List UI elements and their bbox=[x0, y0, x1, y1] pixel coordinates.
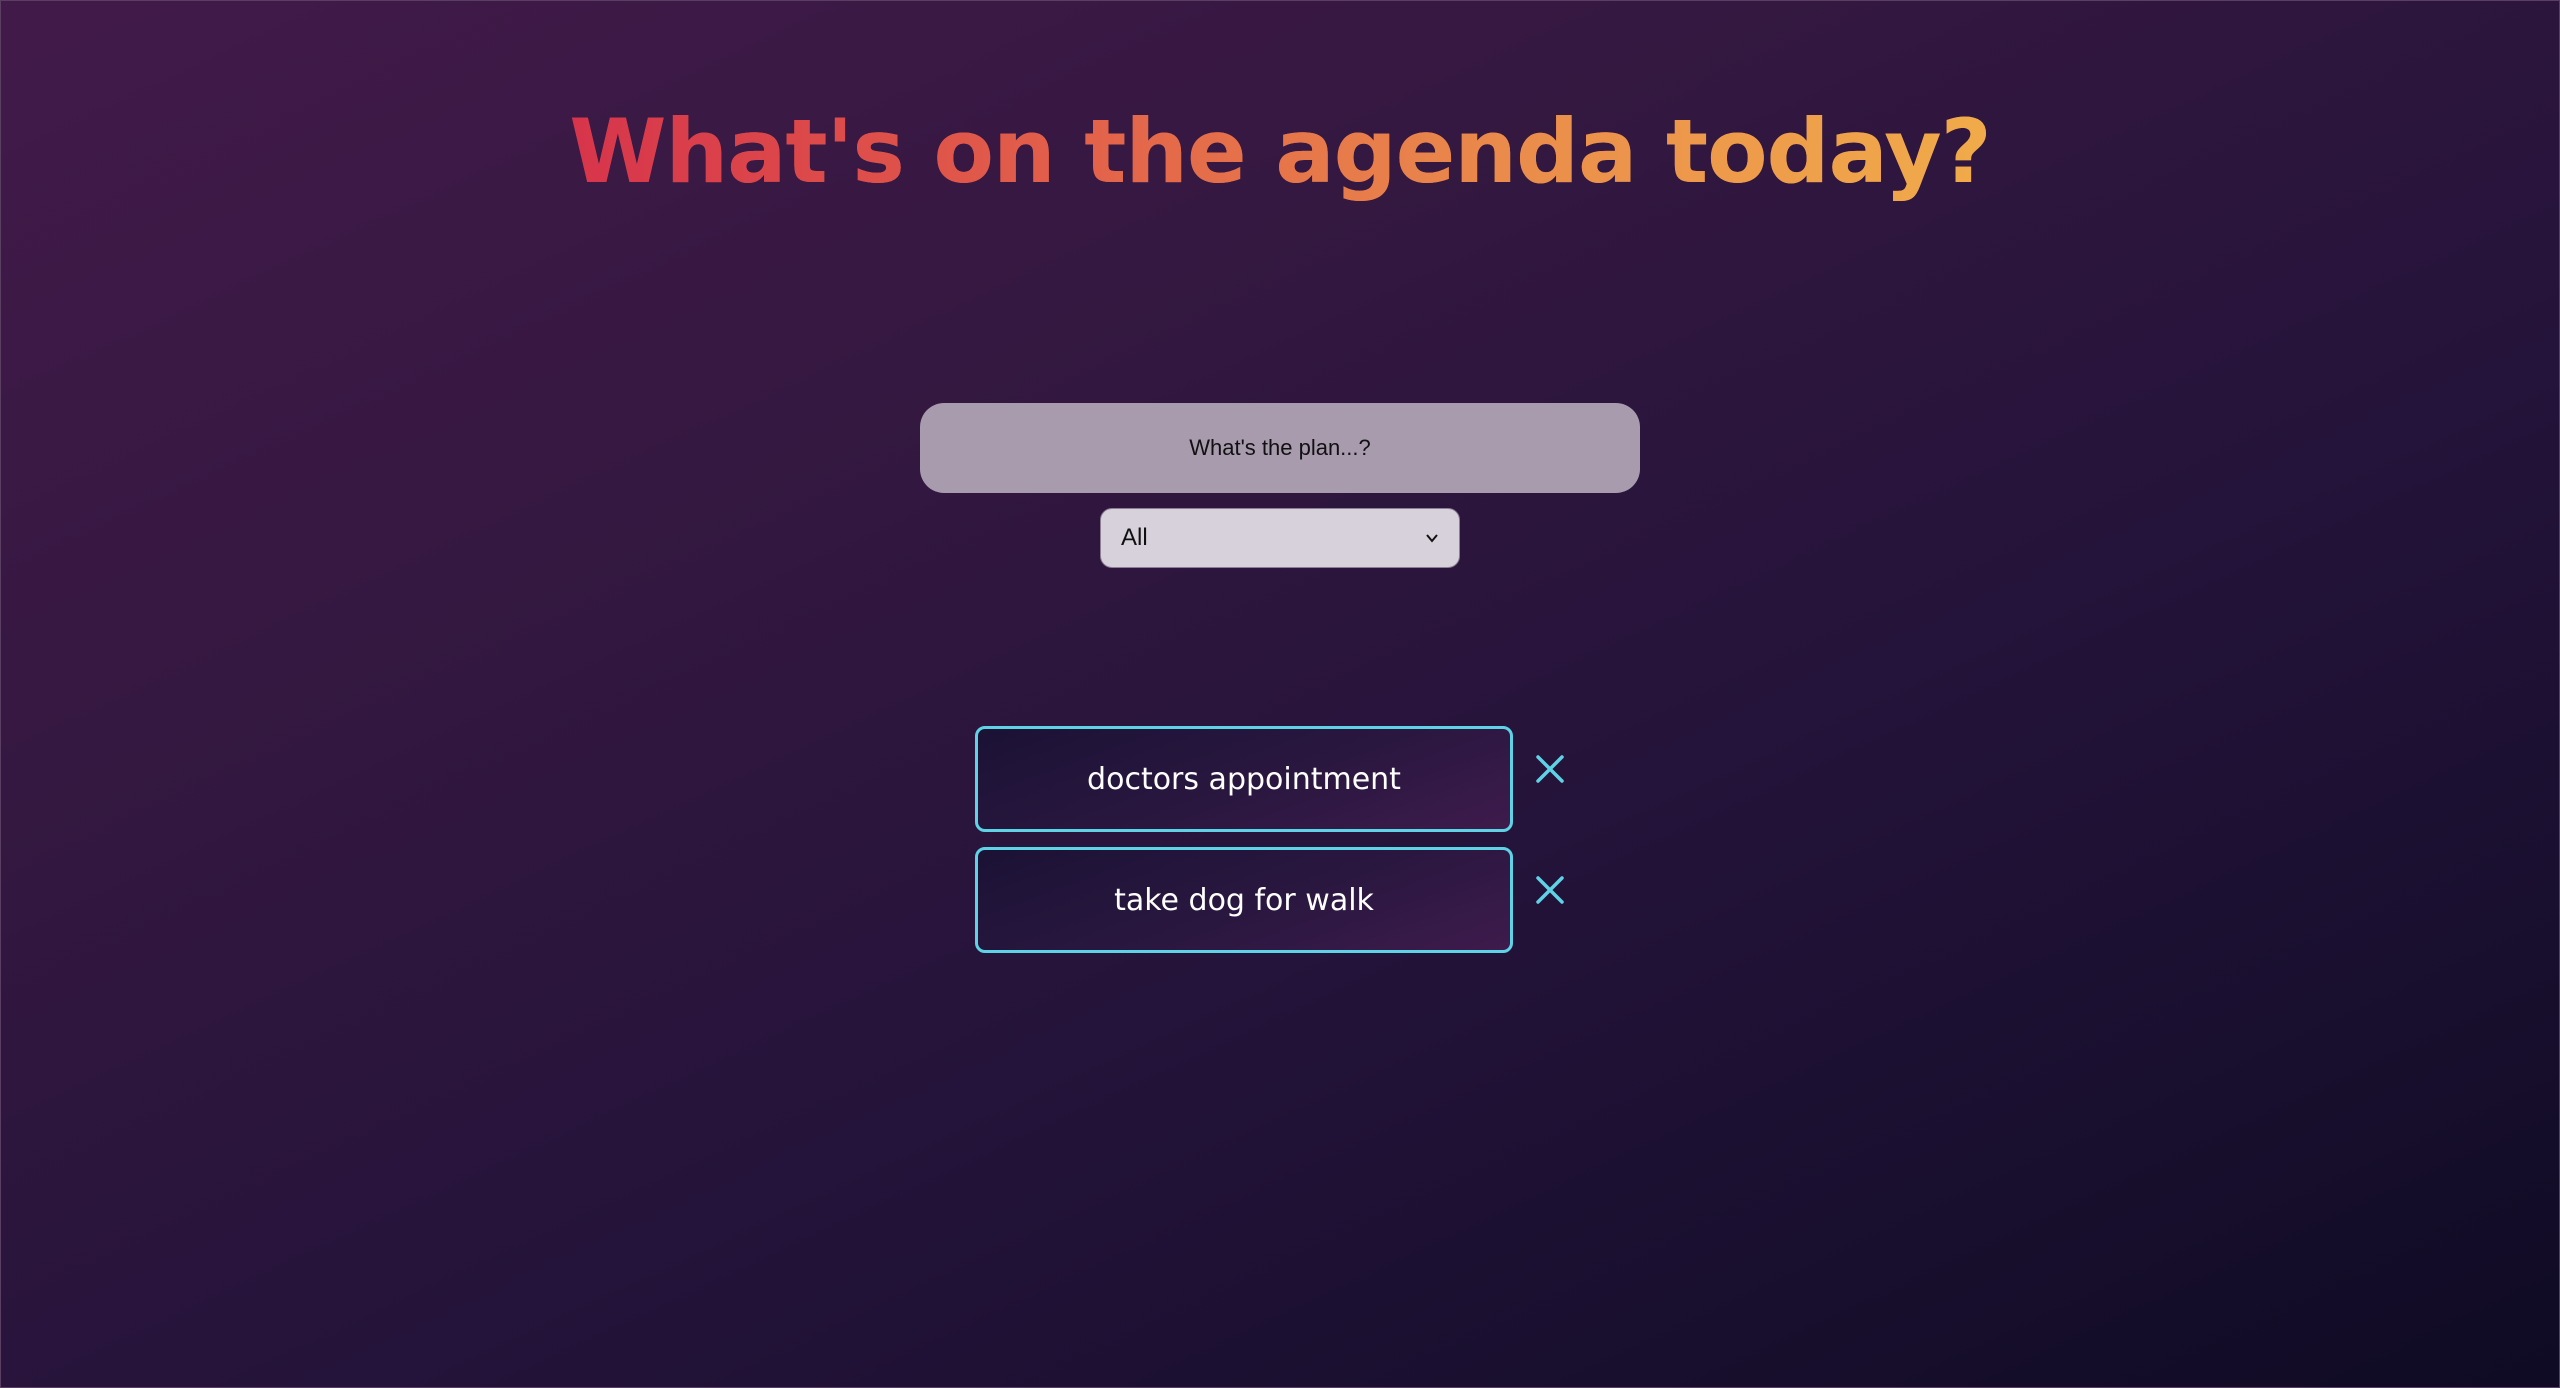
todo-item: doctors appointment bbox=[975, 726, 1575, 832]
delete-todo-button[interactable] bbox=[1533, 873, 1567, 907]
filter-select-value: All bbox=[1121, 524, 1148, 551]
todo-item-box[interactable]: doctors appointment bbox=[975, 726, 1513, 832]
page-title: What's on the agenda today? bbox=[0, 92, 2560, 212]
page-title-text: What's on the agenda today? bbox=[569, 92, 1991, 212]
close-icon bbox=[1533, 873, 1567, 907]
chevron-down-icon bbox=[1425, 524, 1439, 552]
todo-item-text: doctors appointment bbox=[1087, 761, 1401, 797]
plan-input[interactable] bbox=[920, 403, 1640, 493]
delete-todo-button[interactable] bbox=[1533, 752, 1567, 786]
close-icon bbox=[1533, 752, 1567, 786]
filter-select[interactable]: All bbox=[1100, 508, 1460, 568]
todo-item-box[interactable]: take dog for walk bbox=[975, 847, 1513, 953]
todo-item-text: take dog for walk bbox=[1114, 882, 1374, 918]
todo-item: take dog for walk bbox=[975, 847, 1575, 953]
